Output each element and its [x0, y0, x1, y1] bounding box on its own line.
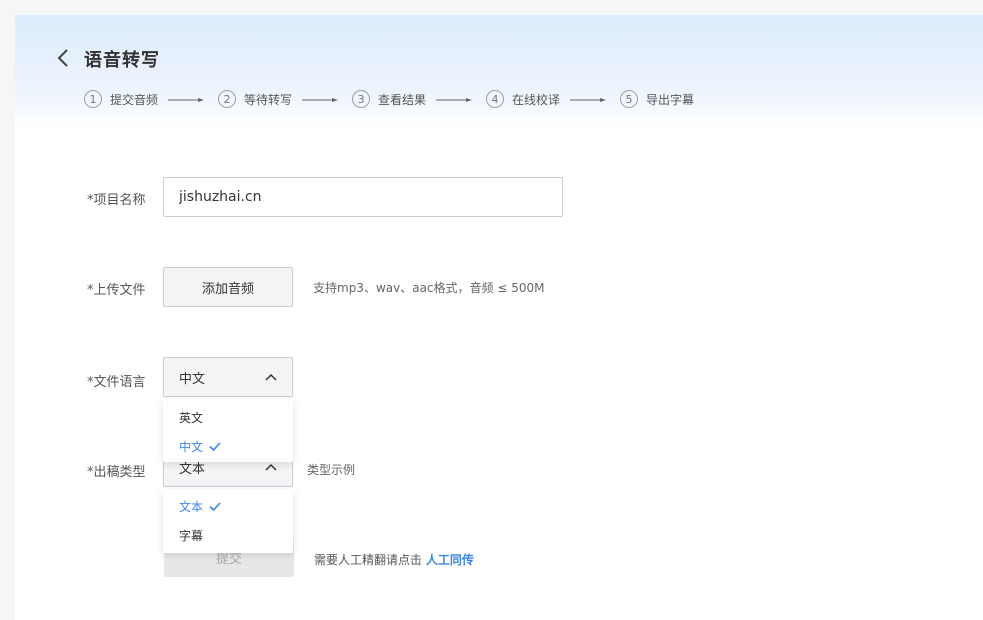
- manual-translation-note: 需要人工精翻请点击 人工同传: [314, 551, 474, 568]
- manual-translation-text: 需要人工精翻请点击: [314, 553, 423, 567]
- output-type-label: *出稿类型: [87, 465, 146, 480]
- dropdown-option-subtitle[interactable]: 字幕: [163, 521, 293, 550]
- upload-label: *上传文件: [87, 283, 146, 298]
- check-icon: [209, 502, 221, 511]
- project-name-label: *项目名称: [87, 193, 146, 208]
- arrow-right-icon: [168, 98, 204, 102]
- option-label: 中文: [179, 440, 204, 454]
- step-5: 5 导出字幕: [620, 89, 694, 109]
- step-label: 在线校译: [512, 92, 561, 107]
- project-name-input[interactable]: [163, 177, 563, 217]
- step-1: 1 提交音频: [84, 89, 158, 109]
- chevron-up-icon: [265, 463, 277, 471]
- step-3: 3 查看结果: [352, 89, 426, 109]
- dropdown-option-english[interactable]: 英文: [163, 403, 293, 432]
- output-type-dropdown: 文本 字幕: [163, 489, 293, 553]
- chevron-up-icon: [265, 373, 277, 381]
- step-number: 1: [84, 90, 102, 108]
- option-label: 文本: [179, 500, 204, 514]
- chevron-left-icon[interactable]: [55, 47, 73, 69]
- page-header: 语音转写 1 提交音频 2 等待转写 3 查看结果 4 在线校译 5 导出字幕: [15, 15, 983, 130]
- arrow-right-icon: [570, 98, 606, 102]
- main-panel: 语音转写 1 提交音频 2 等待转写 3 查看结果 4 在线校译 5 导出字幕 …: [15, 15, 983, 620]
- option-label: 字幕: [179, 529, 204, 543]
- page-title: 语音转写: [84, 50, 160, 71]
- step-number: 5: [620, 90, 638, 108]
- step-number: 2: [218, 90, 236, 108]
- arrow-right-icon: [302, 98, 338, 102]
- upload-hint: 支持mp3、wav、aac格式，音频 ≤ 500M: [313, 281, 545, 295]
- dropdown-option-text[interactable]: 文本: [163, 492, 293, 521]
- language-selected: 中文: [179, 371, 206, 387]
- add-audio-button[interactable]: 添加音频: [163, 267, 293, 307]
- dropdown-option-chinese[interactable]: 中文: [163, 432, 293, 461]
- language-dropdown: 英文 中文: [163, 399, 293, 462]
- step-4: 4 在线校译: [486, 89, 560, 109]
- step-label: 查看结果: [378, 92, 427, 107]
- step-number: 3: [352, 90, 370, 108]
- manual-translation-link[interactable]: 人工同传: [426, 553, 474, 567]
- step-label: 提交音频: [110, 92, 159, 107]
- option-label: 英文: [179, 411, 204, 425]
- step-label: 等待转写: [244, 92, 293, 107]
- type-example-hint: 类型示例: [307, 463, 356, 477]
- arrow-right-icon: [436, 98, 472, 102]
- check-icon: [209, 442, 221, 451]
- step-number: 4: [486, 90, 504, 108]
- language-label: *文件语言: [87, 375, 146, 390]
- language-select[interactable]: 中文: [163, 357, 293, 397]
- step-2: 2 等待转写: [218, 89, 292, 109]
- step-label: 导出字幕: [646, 92, 695, 107]
